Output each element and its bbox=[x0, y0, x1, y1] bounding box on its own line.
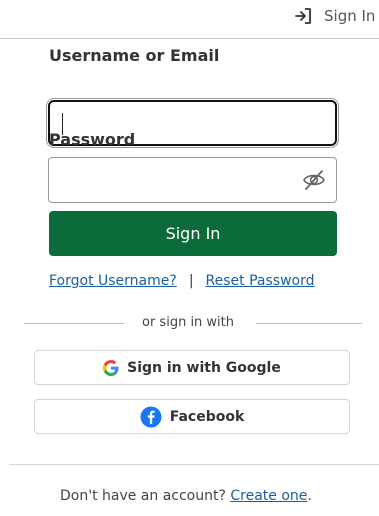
password-field[interactable] bbox=[48, 157, 337, 203]
links-separator: | bbox=[188, 273, 194, 289]
divider-line-left bbox=[24, 323, 124, 324]
forgot-username-link[interactable]: Forgot Username? bbox=[49, 273, 177, 289]
facebook-sign-in-label: Facebook bbox=[169, 408, 245, 425]
sign-in-button[interactable]: Sign In bbox=[49, 211, 337, 256]
reset-password-link[interactable]: Reset Password bbox=[206, 273, 315, 289]
google-g-icon bbox=[103, 359, 119, 376]
password-input[interactable] bbox=[59, 158, 289, 202]
footer-prompt: Don't have an account? bbox=[60, 488, 226, 504]
or-divider: or sign in with bbox=[24, 314, 362, 334]
google-sign-in-label: Sign in with Google bbox=[127, 359, 281, 376]
or-sign-in-with-text: or sign in with bbox=[142, 315, 235, 330]
footer-period: . bbox=[307, 488, 312, 504]
username-label: Username or Email bbox=[49, 46, 220, 65]
header-sign-in-link[interactable]: Sign In bbox=[294, 7, 375, 25]
sign-in-page: Sign In Username or Email Password Sign … bbox=[0, 0, 379, 516]
footer-signup: Don't have an account? Create one. bbox=[60, 488, 360, 504]
header-sign-in-label: Sign In bbox=[324, 7, 376, 25]
create-account-link[interactable]: Create one bbox=[230, 488, 307, 504]
account-help-links: Forgot Username? | Reset Password bbox=[49, 273, 339, 289]
sign-in-arrow-icon bbox=[295, 8, 311, 24]
eye-slash-icon[interactable] bbox=[302, 169, 326, 191]
top-bar: Sign In bbox=[0, 0, 379, 39]
password-label: Password bbox=[49, 130, 136, 149]
footer-separator bbox=[9, 464, 379, 465]
facebook-sign-in-button[interactable]: Facebook bbox=[34, 399, 350, 434]
google-sign-in-button[interactable]: Sign in with Google bbox=[34, 350, 350, 385]
divider-line-right bbox=[256, 323, 362, 324]
facebook-f-icon bbox=[140, 406, 162, 428]
